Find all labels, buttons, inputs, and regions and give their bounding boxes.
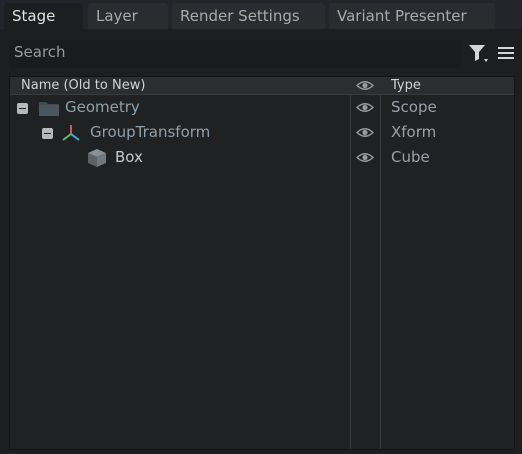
tree-row[interactable]: GroupTransform Xform xyxy=(10,120,514,145)
folder-icon xyxy=(39,102,59,116)
tab-render-settings[interactable]: Render Settings xyxy=(172,3,325,29)
eye-icon[interactable] xyxy=(356,101,374,114)
tab-render-settings-label: Render Settings xyxy=(180,7,300,25)
prim-name[interactable]: Geometry xyxy=(65,98,140,117)
tab-layer[interactable]: Layer xyxy=(88,3,168,29)
collapse-icon[interactable] xyxy=(42,128,53,139)
eye-icon[interactable] xyxy=(356,126,374,139)
eye-icon[interactable] xyxy=(356,79,374,92)
tree-header: Name (Old to New) Type xyxy=(10,77,514,95)
tab-variant-presenter[interactable]: Variant Presenter xyxy=(329,3,495,29)
tab-layer-label: Layer xyxy=(96,7,138,25)
hamburger-menu-icon[interactable] xyxy=(497,44,515,62)
search-placeholder: Search xyxy=(14,43,66,61)
filter-icon[interactable] xyxy=(467,42,489,64)
tree-row[interactable]: Box Cube xyxy=(10,145,514,170)
search-input[interactable]: Search xyxy=(9,40,461,68)
tab-bar: Stage Layer Render Settings Variant Pres… xyxy=(0,0,522,29)
tree-row[interactable]: Geometry Scope xyxy=(10,95,514,120)
prim-type: Scope xyxy=(391,98,437,116)
stage-tree[interactable]: Name (Old to New) Type Geometry Scope Gr… xyxy=(9,76,515,450)
tab-variant-presenter-label: Variant Presenter xyxy=(337,7,467,25)
prim-name[interactable]: GroupTransform xyxy=(90,123,210,142)
column-header-name[interactable]: Name (Old to New) xyxy=(21,77,145,94)
tab-stage[interactable]: Stage xyxy=(4,3,83,29)
prim-type: Cube xyxy=(391,148,430,166)
eye-icon[interactable] xyxy=(356,151,374,164)
cube-icon xyxy=(88,149,106,167)
collapse-icon[interactable] xyxy=(17,103,28,114)
tab-stage-label: Stage xyxy=(12,7,56,25)
prim-type: Xform xyxy=(391,123,437,141)
column-header-type[interactable]: Type xyxy=(391,77,421,94)
xform-icon xyxy=(62,125,80,141)
prim-name[interactable]: Box xyxy=(115,148,143,167)
